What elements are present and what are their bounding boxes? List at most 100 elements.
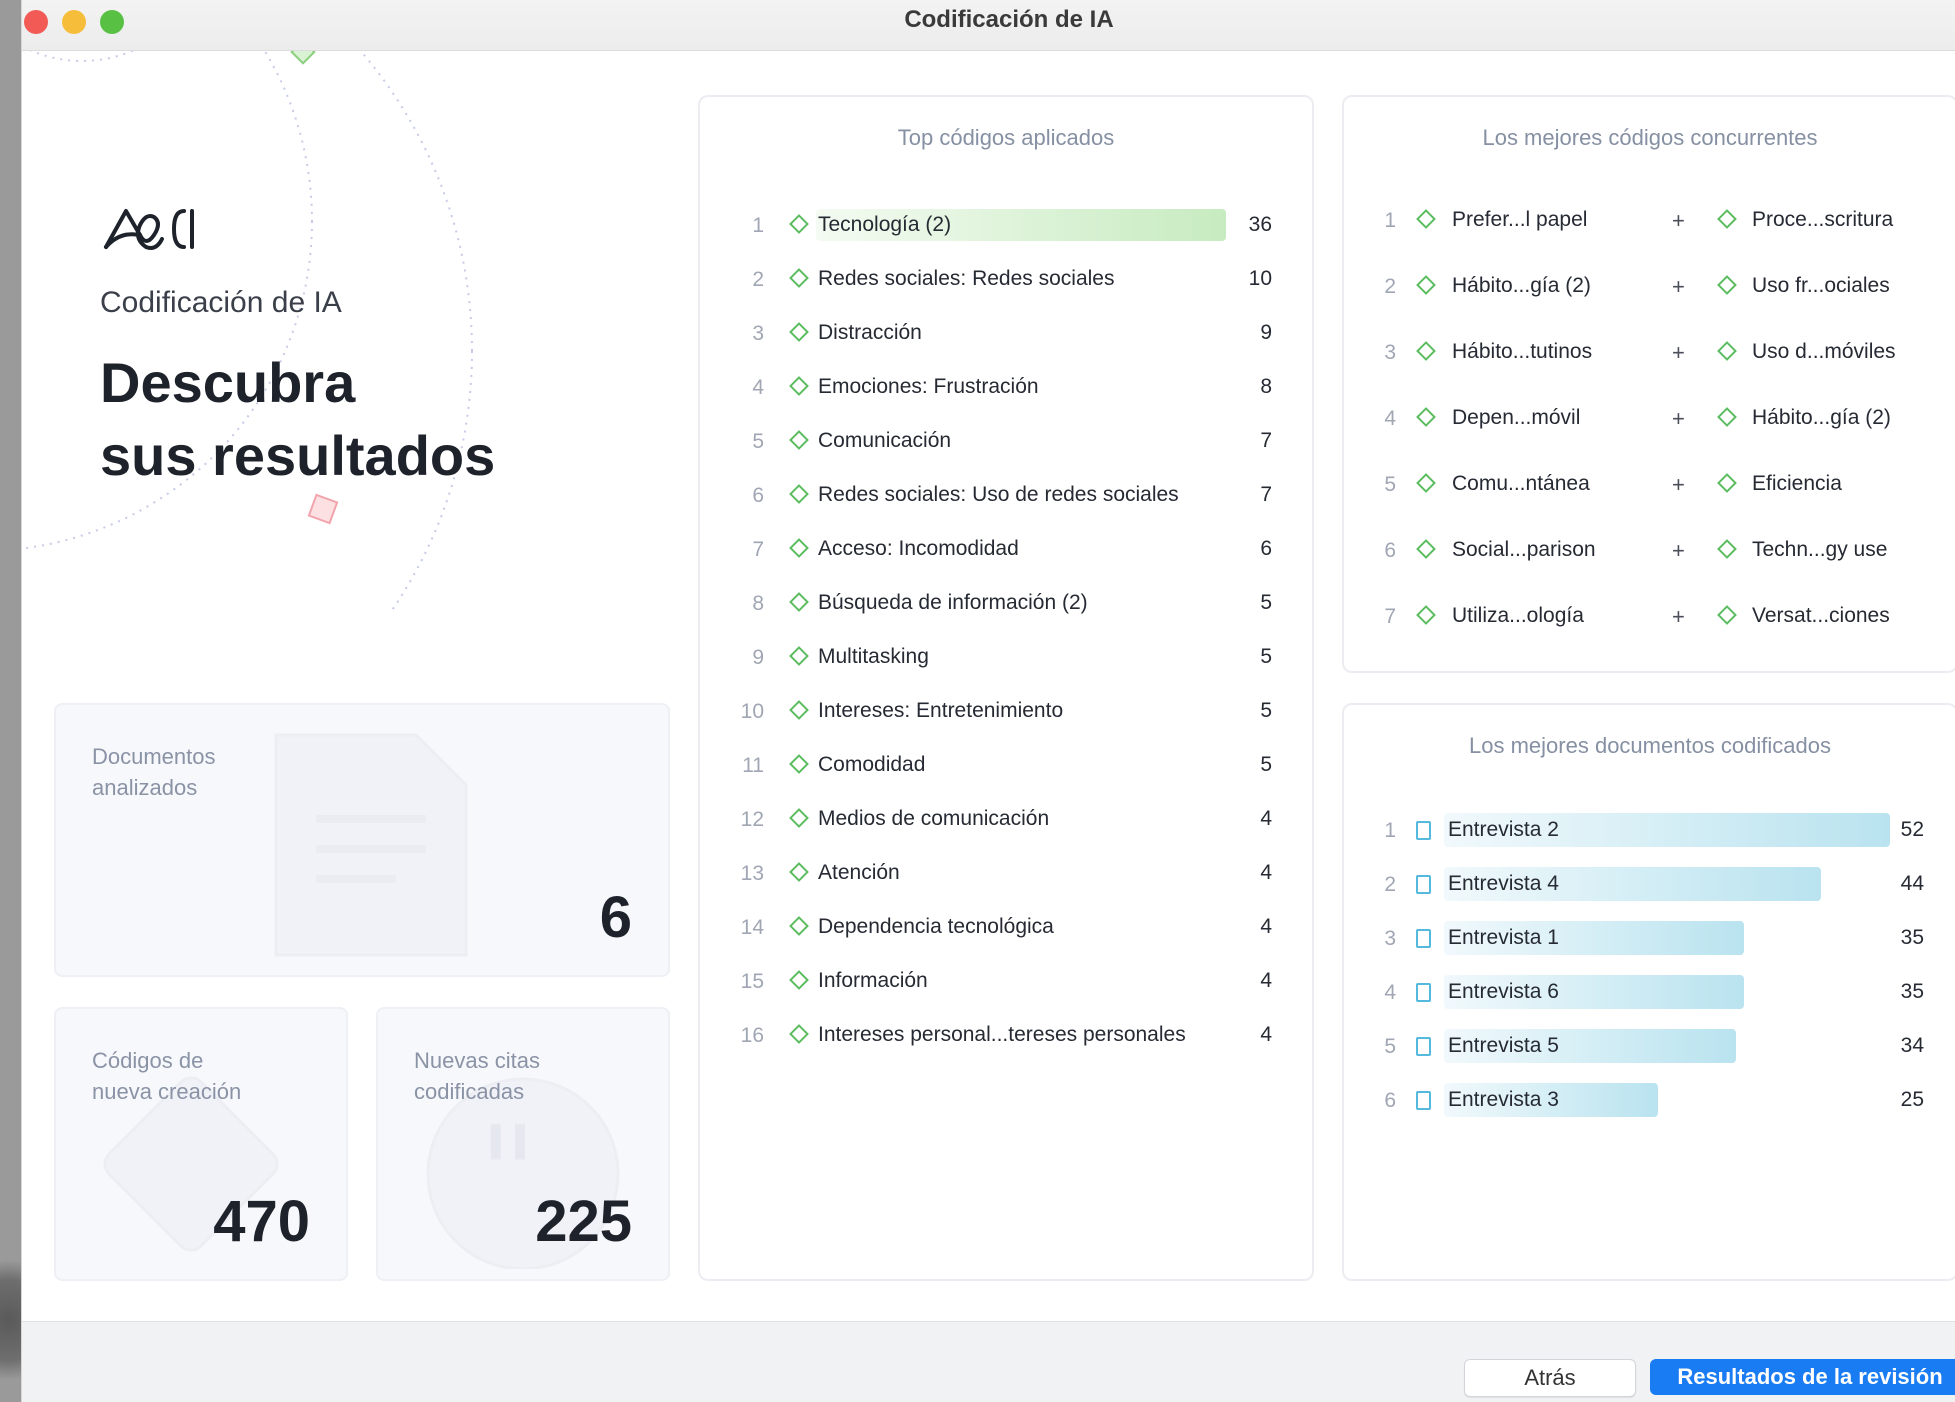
code-count: 9 [1260, 321, 1272, 344]
back-button[interactable]: Atrás [1464, 1359, 1636, 1397]
code-count: 7 [1260, 483, 1272, 506]
top-code-row[interactable]: 8 Búsqueda de información (2) 5 [700, 578, 1312, 632]
document-row[interactable]: 4 Entrevista 6 35 [1344, 967, 1955, 1021]
cooccurrence-row[interactable]: 5 Comu...ntánea + Eficiencia [1344, 464, 1955, 530]
top-code-row[interactable]: 1 Tecnología (2) 36 [700, 200, 1312, 254]
row-rank: 13 [740, 862, 764, 885]
cooccurrence-row[interactable]: 6 Social...parison + Techn...gy use [1344, 530, 1955, 596]
app-window: Codificación de IA Codificación de IA De… [21, 0, 1955, 1402]
document-row[interactable]: 5 Entrevista 5 34 [1344, 1021, 1955, 1075]
cooccurrence-row[interactable]: 3 Hábito...tutinos + Uso d...móviles [1344, 332, 1955, 398]
row-rank: 4 [752, 376, 764, 399]
row-rank: 1 [1384, 209, 1396, 232]
document-name: Entrevista 3 [1448, 1088, 1559, 1111]
top-codes-title: Top códigos aplicados [897, 125, 1115, 150]
plus-sign: + [1672, 538, 1685, 563]
top-code-row[interactable]: 7 Acceso: Incomodidad 6 [700, 524, 1312, 578]
document-row[interactable]: 2 Entrevista 4 44 [1344, 859, 1955, 913]
code-name: Dependencia tecnológica [818, 915, 1054, 938]
code-diamond-icon [789, 808, 809, 828]
code-diamond-icon [789, 376, 809, 396]
code-a-name: Comu...ntánea [1452, 472, 1590, 495]
row-rank: 15 [740, 970, 764, 993]
top-code-row[interactable]: 16 Intereses personal...tereses personale… [700, 1010, 1312, 1064]
top-code-row[interactable]: 4 Emociones: Frustración 8 [700, 362, 1312, 416]
document-count: 34 [1900, 1034, 1924, 1057]
code-b-name: Hábito...gía (2) [1752, 406, 1891, 429]
document-icon [1416, 821, 1431, 840]
row-rank: 14 [740, 916, 764, 939]
top-documents-title: Los mejores documentos codificados [1469, 733, 1831, 758]
stat-card-documents: Documentos analizados 6 [54, 703, 670, 977]
code-name: Multitasking [818, 645, 929, 668]
top-code-row[interactable]: 14 Dependencia tecnológica 4 [700, 902, 1312, 956]
cooccurrence-row[interactable]: 1 Prefer...l papel + Proce...scritura [1344, 200, 1955, 266]
document-icon [1416, 1037, 1431, 1056]
window-title: Codificación de IA [904, 6, 1114, 33]
row-rank: 7 [752, 538, 764, 561]
cooccurrence-row[interactable]: 4 Depen...móvil + Hábito...gía (2) [1344, 398, 1955, 464]
code-diamond-icon [1416, 605, 1436, 625]
code-name: Medios de comunicación [818, 807, 1050, 830]
top-code-row[interactable]: 11 Comodidad 5 [700, 740, 1312, 794]
stat-card-new-codes: Códigos de nueva creación 470 [54, 1007, 348, 1281]
document-count: 35 [1900, 980, 1924, 1003]
row-rank: 8 [752, 592, 764, 615]
code-count: 5 [1260, 645, 1272, 668]
row-rank: 7 [1384, 605, 1396, 628]
code-diamond-icon [1416, 341, 1436, 361]
code-diamond-icon [1717, 341, 1737, 361]
code-a-name: Hábito...tutinos [1452, 340, 1593, 363]
cooccurrence-row[interactable]: 2 Hábito...gía (2) + Uso fr...ociales [1344, 266, 1955, 332]
code-name: Distracción [818, 321, 922, 344]
code-name: Tecnología (2) [818, 213, 952, 236]
document-row[interactable]: 6 Entrevista 3 25 [1344, 1075, 1955, 1129]
code-diamond-icon [1416, 539, 1436, 559]
document-name: Entrevista 1 [1448, 926, 1559, 949]
document-row[interactable]: 1 Entrevista 2 52 [1344, 805, 1955, 859]
code-name: Búsqueda de información (2) [818, 591, 1088, 614]
top-documents-panel: Los mejores documentos codificados 1 Entr… [1342, 703, 1955, 1281]
document-name: Entrevista 6 [1448, 980, 1559, 1003]
code-count: 5 [1260, 753, 1272, 776]
code-count: 5 [1260, 591, 1272, 614]
document-count: 44 [1900, 872, 1924, 895]
review-results-button[interactable]: Resultados de la revisión [1650, 1359, 1955, 1395]
code-diamond-icon [1717, 407, 1737, 427]
code-b-name: Techn...gy use [1752, 538, 1888, 561]
code-name: Redes sociales: Uso de redes sociales [818, 483, 1179, 506]
cooccurring-codes-panel: Los mejores códigos concurrentes 1 Prefer… [1342, 95, 1955, 673]
code-diamond-icon [789, 1024, 809, 1044]
stat-label-documents: Documentos analizados [92, 744, 216, 800]
row-rank: 2 [752, 268, 764, 291]
top-code-row[interactable]: 5 Comunicación 7 [700, 416, 1312, 470]
document-row[interactable]: 3 Entrevista 1 35 [1344, 913, 1955, 967]
top-code-row[interactable]: 9 Multitasking 5 [700, 632, 1312, 686]
code-b-name: Proce...scritura [1752, 208, 1894, 231]
top-code-row[interactable]: 3 Distracción 9 [700, 308, 1312, 362]
code-a-name: Social...parison [1452, 538, 1596, 561]
top-code-row[interactable]: 13 Atención 4 [700, 848, 1312, 902]
document-icon [1416, 1091, 1431, 1110]
cooccurring-title: Los mejores códigos concurrentes [1482, 125, 1818, 150]
code-diamond-icon [1416, 209, 1436, 229]
code-name: Acceso: Incomodidad [818, 537, 1019, 560]
code-diamond-icon [789, 214, 809, 234]
code-count: 4 [1260, 861, 1272, 884]
document-icon [1416, 983, 1431, 1002]
top-code-row[interactable]: 6 Redes sociales: Uso de redes sociales 7 [700, 470, 1312, 524]
code-diamond-icon [789, 538, 809, 558]
code-diamond-icon [1717, 275, 1737, 295]
title-bar: Codificación de IA [22, 0, 1955, 51]
document-count: 25 [1900, 1088, 1924, 1111]
top-code-row[interactable]: 10 Intereses: Entretenimiento 5 [700, 686, 1312, 740]
row-rank: 2 [1384, 873, 1396, 896]
plus-sign: + [1672, 340, 1685, 365]
top-code-row[interactable]: 2 Redes sociales: Redes sociales 10 [700, 254, 1312, 308]
row-rank: 11 [742, 754, 764, 777]
stat-label-new-quotes: Nuevas citas codificadas [414, 1048, 540, 1104]
code-diamond-icon [789, 322, 809, 342]
top-code-row[interactable]: 15 Información 4 [700, 956, 1312, 1010]
cooccurrence-row[interactable]: 7 Utiliza...ología + Versat...ciones [1344, 596, 1955, 662]
top-code-row[interactable]: 12 Medios de comunicación 4 [700, 794, 1312, 848]
